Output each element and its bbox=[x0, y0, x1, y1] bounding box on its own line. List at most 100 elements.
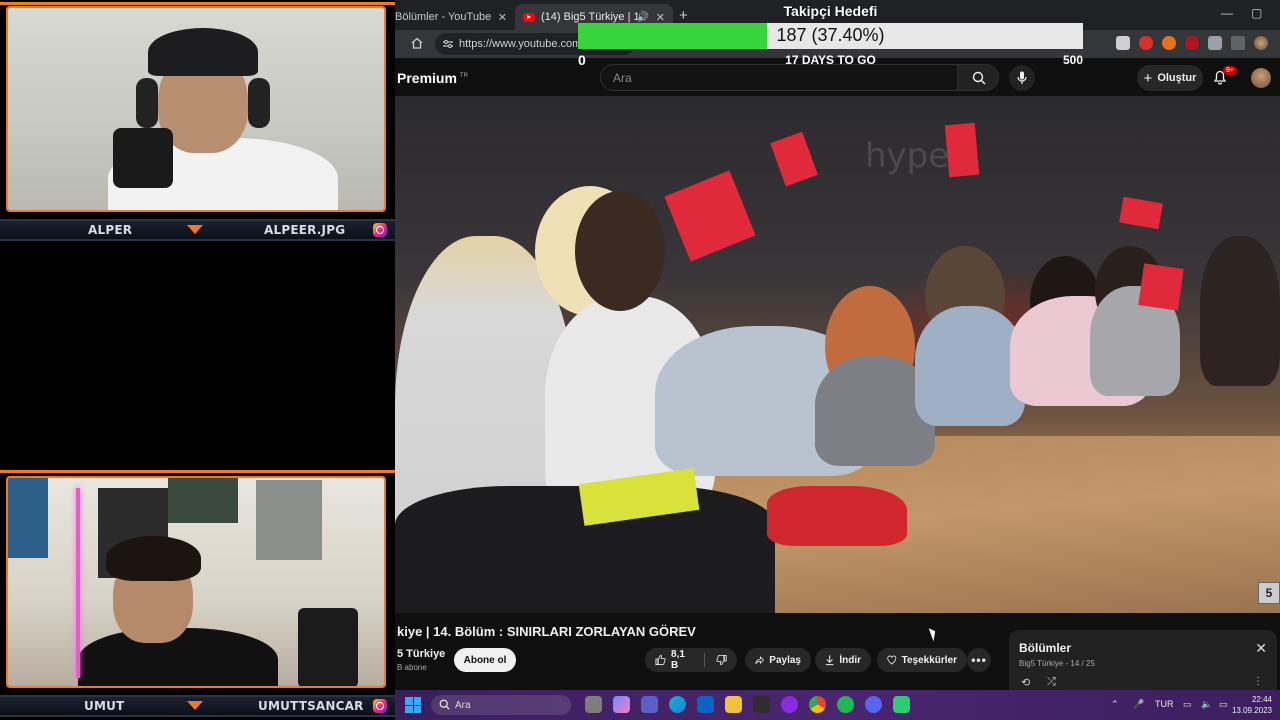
instagram-icon bbox=[373, 699, 387, 713]
scene-red-sneaker bbox=[767, 486, 907, 546]
browser-window: Bölümler - YouTube ✕ (14) Big5 Türkiye |… bbox=[395, 0, 1280, 690]
shuffle-icon[interactable]: ⤮ bbox=[1047, 676, 1056, 689]
extension-orange-icon[interactable] bbox=[1162, 36, 1176, 50]
more-horizontal-icon: ••• bbox=[971, 653, 987, 667]
menu-list-icon[interactable] bbox=[1231, 36, 1245, 50]
webcam-top bbox=[6, 6, 386, 212]
chrome-icon[interactable] bbox=[809, 696, 826, 713]
tab-label: Bölümler - YouTube bbox=[395, 11, 492, 23]
windows-start-icon[interactable] bbox=[405, 697, 421, 713]
microphone-icon bbox=[1017, 71, 1027, 84]
wall-poster-left bbox=[8, 478, 48, 558]
loop-icon[interactable]: ⟲ bbox=[1021, 676, 1030, 689]
video-player[interactable]: hyper 5 bbox=[395, 96, 1280, 613]
thanks-button[interactable]: Teşekkürler bbox=[877, 648, 967, 672]
taskbar-search-placeholder: Ara bbox=[455, 699, 471, 711]
more-vertical-icon[interactable]: ⋮ bbox=[1253, 676, 1263, 687]
like-count: 8,1 B bbox=[671, 649, 685, 671]
wall-poster-4 bbox=[256, 480, 322, 560]
extension-u-icon[interactable] bbox=[1185, 36, 1199, 50]
search-placeholder: Ara bbox=[613, 70, 632, 85]
search-icon bbox=[972, 71, 986, 85]
task-view-icon[interactable] bbox=[585, 696, 602, 713]
scene-red-card bbox=[770, 131, 818, 187]
teams-icon[interactable] bbox=[641, 696, 658, 713]
extension-red-icon[interactable] bbox=[1139, 36, 1153, 50]
puzzle-icon[interactable] bbox=[1208, 36, 1222, 50]
webcam-top-namebar: ALPER ALPEER.JPG bbox=[0, 219, 395, 241]
bottom-left-name: UMUT bbox=[84, 699, 125, 713]
close-icon[interactable]: ✕ bbox=[498, 11, 507, 24]
tray-chevron-icon[interactable]: ⌃ bbox=[1111, 699, 1119, 710]
outlook-icon[interactable] bbox=[697, 696, 714, 713]
spotify-icon[interactable] bbox=[837, 696, 854, 713]
playlist-title[interactable]: Bölümler bbox=[1019, 641, 1071, 655]
streamer-cap bbox=[148, 28, 258, 76]
discord-icon[interactable] bbox=[865, 696, 882, 713]
network-icon[interactable]: ▭ bbox=[1183, 699, 1192, 710]
webcam-top-feed bbox=[8, 8, 384, 210]
thumbs-up-icon bbox=[655, 654, 666, 666]
like-button[interactable]: 8,1 B bbox=[655, 649, 693, 671]
scene-red-card bbox=[1138, 263, 1184, 311]
mouse-cursor-icon bbox=[928, 626, 939, 642]
subscribe-button[interactable]: Abone ol bbox=[454, 648, 516, 672]
goal-days-remaining: 17 DAYS TO GO bbox=[785, 53, 876, 67]
more-actions-button[interactable]: ••• bbox=[967, 648, 991, 672]
side-panel-tab[interactable]: 5 bbox=[1258, 582, 1280, 604]
battery-icon[interactable]: ▭ bbox=[1219, 699, 1228, 710]
file-explorer-icon[interactable] bbox=[725, 696, 742, 713]
speaker-box bbox=[298, 608, 358, 686]
home-icon[interactable] bbox=[411, 37, 423, 49]
extensions-row bbox=[1116, 36, 1268, 50]
divider bbox=[703, 653, 705, 667]
store-icon[interactable] bbox=[753, 696, 770, 713]
scene-red-card bbox=[1119, 196, 1163, 230]
tray-mic-icon[interactable]: 🎤 bbox=[1133, 699, 1144, 710]
youtube-premium-logo[interactable]: Premium TR bbox=[397, 70, 468, 86]
create-button[interactable]: + Oluştur bbox=[1137, 65, 1203, 91]
windows-taskbar: Ara ⌃ 🎤 TUR ▭ 🔈 ▭ 22:44 13.09.2023 bbox=[395, 690, 1280, 720]
download-button[interactable]: İndir bbox=[815, 648, 871, 672]
tab-bolumler[interactable]: Bölümler - YouTube ✕ bbox=[395, 4, 515, 30]
notification-count-badge: 9+ bbox=[1223, 66, 1237, 75]
headphone-left bbox=[136, 78, 158, 128]
share-button[interactable]: Paylaş bbox=[745, 648, 811, 672]
goal-max: 500 bbox=[1062, 53, 1083, 67]
wall-poster-3 bbox=[168, 478, 238, 523]
search-icon bbox=[439, 699, 450, 710]
volume-icon[interactable]: 🔈 bbox=[1201, 699, 1212, 710]
language-indicator[interactable]: TUR bbox=[1155, 699, 1174, 709]
scene-person-5 bbox=[915, 306, 1025, 426]
shield-icon[interactable] bbox=[1116, 36, 1130, 50]
close-icon[interactable]: ✕ bbox=[1255, 640, 1267, 657]
edge-icon[interactable] bbox=[669, 696, 686, 713]
scene-person-8 bbox=[1200, 236, 1280, 386]
app-green-icon[interactable] bbox=[893, 696, 910, 713]
taskbar-search-input[interactable]: Ara bbox=[431, 695, 571, 715]
scene-red-card bbox=[944, 122, 980, 178]
system-clock[interactable]: 22:44 13.09.2023 bbox=[1232, 694, 1272, 716]
channel-name[interactable]: 5 Türkiye bbox=[397, 648, 445, 660]
top-right-handle: ALPEER.JPG bbox=[264, 223, 346, 237]
mid-accent-stripe bbox=[0, 470, 395, 473]
avatar[interactable] bbox=[1251, 68, 1271, 88]
headphone-right bbox=[248, 78, 270, 128]
copilot-icon[interactable] bbox=[613, 696, 630, 713]
share-arrow-icon bbox=[755, 655, 765, 664]
minimize-icon[interactable]: — bbox=[1221, 6, 1233, 20]
scene-red-card bbox=[664, 170, 756, 262]
goal-title: Takipçi Hedefi bbox=[783, 3, 878, 19]
profile-icon[interactable] bbox=[1254, 36, 1268, 50]
thumbs-down-icon[interactable] bbox=[716, 654, 727, 666]
maximize-icon[interactable]: ▢ bbox=[1251, 6, 1262, 20]
top-accent-stripe bbox=[0, 2, 395, 5]
like-dislike-group: 8,1 B bbox=[645, 648, 737, 672]
goal-current-value: 187 (37.40%) bbox=[776, 25, 885, 45]
site-settings-icon[interactable] bbox=[443, 39, 453, 49]
download-label: İndir bbox=[839, 654, 861, 666]
playlist-subtitle: Big5 Türkiye - 14 / 25 bbox=[1019, 659, 1095, 668]
app-circle-icon[interactable] bbox=[781, 696, 798, 713]
led-strip bbox=[76, 488, 80, 678]
youtube-icon bbox=[523, 12, 535, 22]
